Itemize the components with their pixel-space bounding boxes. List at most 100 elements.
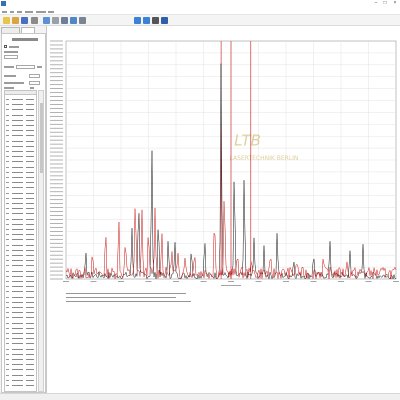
table-cell [6, 343, 9, 345]
table-cell [26, 322, 34, 324]
threshold-input[interactable] [29, 74, 40, 78]
table-cell [12, 348, 23, 350]
table-cell [6, 208, 9, 210]
y-tick-label [50, 56, 63, 58]
table-cell [26, 130, 34, 132]
table-cell [12, 223, 23, 225]
table-cell [12, 239, 23, 241]
y-tick-label [50, 64, 63, 66]
new-icon[interactable] [3, 17, 10, 24]
table-cell [12, 151, 23, 152]
x-tick-label [255, 281, 262, 282]
save-icon[interactable] [21, 17, 28, 24]
table-cell [26, 260, 34, 262]
table-cell [12, 255, 23, 256]
table-cell [12, 244, 23, 246]
table-cell [26, 203, 34, 204]
table-cell [6, 213, 9, 215]
table-cell [12, 119, 23, 121]
table-cell [6, 322, 9, 324]
x-tick-label [393, 281, 399, 282]
table-cell [26, 255, 34, 256]
menu-item-4[interactable] [25, 8, 36, 15]
x-tick-label [310, 281, 317, 282]
table-cell [6, 171, 9, 173]
menu-item-6[interactable] [48, 8, 59, 15]
element-label [4, 51, 18, 53]
arrow-right-icon[interactable] [143, 17, 150, 24]
table-cell [6, 359, 9, 360]
table-cell [6, 312, 9, 314]
lines-table-header [5, 91, 36, 95]
x-axis-label [221, 285, 241, 286]
close-icon[interactable]: × [392, 0, 398, 6]
selection-dropdown[interactable] [16, 65, 35, 69]
table-row[interactable] [6, 383, 36, 388]
table-cell [6, 119, 9, 121]
table-cell [26, 312, 34, 314]
y-tick-label [50, 246, 63, 248]
table-cell [26, 364, 34, 366]
menu-item-5[interactable] [36, 8, 47, 15]
element-input[interactable] [4, 55, 18, 59]
table-cell [12, 359, 23, 360]
grid-icon[interactable] [31, 17, 38, 24]
table-cell [6, 348, 9, 350]
table-cell [6, 104, 9, 106]
table-cell [26, 135, 34, 137]
y-tick-label [50, 119, 63, 121]
table-cell [12, 114, 23, 116]
x-tick-label [63, 281, 69, 282]
enable-checkbox[interactable] [4, 45, 7, 48]
info-icon[interactable] [161, 17, 168, 24]
y-tick-label [50, 227, 63, 228]
y-tick-label [50, 191, 63, 193]
table-cell [12, 322, 23, 324]
table-cell [12, 213, 23, 215]
arrow-left-icon[interactable] [134, 17, 141, 24]
table-cell [12, 307, 23, 308]
table-icon[interactable] [79, 17, 86, 24]
table-cell [12, 135, 23, 137]
table-cell [12, 177, 23, 178]
table-cell [26, 301, 34, 303]
table-cell [26, 223, 34, 225]
table-cell [6, 281, 9, 282]
analysis-panel [0, 26, 47, 393]
spectrum-chart-area: LTB LASERTECHNIK BERLIN [48, 26, 400, 393]
info-line-3 [66, 301, 191, 302]
zoom-icon[interactable] [52, 17, 59, 24]
table-cell [6, 234, 9, 236]
open-icon[interactable] [12, 17, 19, 24]
table-cell [6, 229, 9, 230]
enable-label [9, 46, 19, 48]
table-cell [12, 312, 23, 314]
y-tick-label [50, 100, 63, 101]
maximize-icon[interactable]: □ [382, 0, 388, 6]
element-analysis-form [1, 33, 46, 393]
table-cell [26, 348, 34, 350]
x-tick-label [145, 281, 152, 282]
table-cell [6, 223, 9, 225]
y-tick-label [50, 234, 63, 236]
y-tick-label [50, 211, 63, 212]
intensity-input[interactable] [29, 81, 40, 85]
table-cell [12, 374, 23, 376]
y-tick-label [50, 266, 63, 268]
y-tick-label [50, 131, 63, 133]
spectrum-view-icon[interactable] [43, 17, 50, 24]
lines-scrollbar[interactable] [38, 90, 44, 392]
chart-icon[interactable] [61, 17, 68, 24]
table-cell [26, 281, 34, 282]
panel-heading [12, 38, 38, 41]
refresh-icon[interactable] [152, 17, 159, 24]
table-cell [26, 379, 34, 381]
watermark-text: LASERTECHNIK BERLIN [230, 155, 299, 162]
y-tick-label [50, 231, 63, 232]
lines-scrollbar-thumb[interactable] [40, 103, 43, 173]
lines-table[interactable] [4, 90, 37, 392]
peak-icon[interactable] [70, 17, 77, 24]
watermark-logo: LTB [234, 132, 261, 150]
spectrum-plot[interactable]: LTB LASERTECHNIK BERLIN [48, 26, 400, 393]
minimize-icon[interactable]: – [373, 0, 379, 6]
